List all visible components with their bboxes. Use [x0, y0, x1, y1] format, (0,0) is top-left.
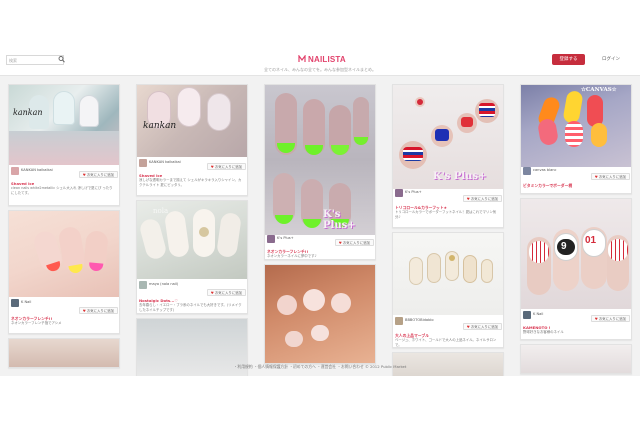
- pin-photo[interactable]: K's Plus+: [265, 85, 375, 235]
- search-icon[interactable]: [58, 55, 66, 64]
- favorite-label: お気に入りに追加: [598, 317, 626, 321]
- pin-description: ネオンカラーネイルに夢中です♪: [267, 254, 317, 258]
- pin-card[interactable]: nola mayo (nola nail) ♥ お気に入りに追加 Nostalg…: [136, 200, 248, 314]
- page: 検索 NAILISTA 全てのネイル、みんなの全てを。みんな参加型ネイルまとめ。…: [0, 46, 640, 376]
- favorite-button[interactable]: ♥ お気に入りに追加: [462, 195, 502, 202]
- avatar[interactable]: [139, 159, 147, 167]
- heart-icon: ♥: [82, 309, 86, 313]
- logo-icon: [298, 55, 306, 62]
- favorite-button[interactable]: ♥ お気に入りに追加: [78, 171, 118, 178]
- heart-icon: ♥: [594, 175, 598, 179]
- favorite-label: お気に入りに追加: [598, 175, 626, 179]
- pin-photo[interactable]: nola: [137, 201, 247, 279]
- pin-photo[interactable]: [393, 233, 503, 315]
- logo-text: NAILISTA: [308, 54, 346, 64]
- pin-card[interactable]: 9 01 K Nail ♥ お気に入りに追加 KAMENOTO ! 野球好きなお…: [520, 198, 632, 340]
- heart-icon: ♥: [338, 241, 342, 245]
- pin-card[interactable]: K Nail ♥ お気に入りに追加 ネオンカラーフレンチ!! ネオンカラーフレン…: [8, 210, 120, 334]
- logo[interactable]: NAILISTA: [298, 53, 346, 65]
- avatar[interactable]: [523, 167, 531, 175]
- favorite-button[interactable]: ♥ お気に入りに追加: [590, 315, 630, 322]
- photo-watermark: kankan: [143, 121, 177, 131]
- favorite-label: お気に入りに追加: [86, 173, 114, 177]
- favorite-label: お気に入りに追加: [86, 309, 114, 313]
- photo-watermark: kankan: [13, 108, 43, 117]
- pin-user[interactable]: KANKAN kaikaikai: [149, 160, 181, 164]
- pin-user[interactable]: BBBOTOBidablo: [405, 318, 434, 322]
- avatar[interactable]: [523, 311, 531, 319]
- favorite-label: お気に入りに追加: [214, 291, 242, 295]
- pin-user[interactable]: K Nail: [21, 300, 31, 304]
- pin-user[interactable]: canvas blanc: [533, 168, 557, 172]
- pin-user[interactable]: KANKAN kaikaikai: [21, 168, 53, 172]
- heart-icon: ♥: [82, 173, 86, 177]
- pin-title[interactable]: ビタミンカラーでボーダー柄: [523, 183, 572, 189]
- favorite-button[interactable]: ♥ お気に入りに追加: [334, 239, 374, 246]
- favorite-button[interactable]: ♥ お気に入りに追加: [206, 163, 246, 170]
- pin-user[interactable]: K's Plus+: [405, 190, 422, 194]
- photo-watermark: K's Plus+: [323, 209, 356, 231]
- pin-photo[interactable]: kankan: [137, 85, 247, 157]
- avatar[interactable]: [395, 317, 403, 325]
- pin-description: 涼しげな透明カラーまで揃えて シェルがキラキラ入りシャイン。カクテルライト 夏に…: [139, 178, 242, 187]
- pin-user[interactable]: K's Plus+: [277, 236, 294, 240]
- favorite-label: お気に入りに追加: [470, 325, 498, 329]
- favorite-label: お気に入りに追加: [214, 165, 242, 169]
- photo-watermark: ☆CANVAS☆: [581, 87, 617, 93]
- avatar[interactable]: [139, 281, 147, 289]
- pin-photo[interactable]: 9 01: [521, 199, 631, 309]
- pin-description: トリコロールカラーでボーダーフットネイル！夏はこれでマリン気分♪: [395, 210, 497, 219]
- pin-card[interactable]: K's Plus+ K's Plus+ ♥ お気に入りに追加 ネオンカラーフレン…: [264, 84, 376, 260]
- favorite-label: お気に入りに追加: [342, 241, 370, 245]
- heart-icon: ♥: [210, 165, 214, 169]
- pin-photo[interactable]: ☆CANVAS☆: [521, 85, 631, 167]
- pin-card[interactable]: kankan KANKAN kaikaikai ♥ お気に入りに追加 Shave…: [8, 84, 120, 206]
- pin-description: 野球好きなお客様のネイル: [523, 330, 564, 334]
- favorite-label: お気に入りに追加: [470, 197, 498, 201]
- site-header: 検索 NAILISTA 全てのネイル、みんなの全てを。みんな参加型ネイルまとめ。…: [0, 46, 640, 76]
- register-button[interactable]: 登録する: [552, 54, 585, 65]
- pin-card[interactable]: K's Plus+ K's Plus+ ♥ お気に入りに追加 トリコロール&カラ…: [392, 84, 504, 228]
- pin-photo[interactable]: [9, 211, 119, 297]
- pin-card[interactable]: kankan KANKAN kaikaikai ♥ お気に入りに追加 Shave…: [136, 84, 248, 196]
- favorite-button[interactable]: ♥ お気に入りに追加: [590, 173, 630, 180]
- pin-user[interactable]: K Nail: [533, 312, 543, 316]
- pin-description: ベージュ、ホワイト、ゴールドで大人の上品ネイル。ネイルサロンで。: [395, 338, 497, 347]
- avatar[interactable]: [11, 299, 19, 307]
- pin-description: clean nails white2metallic シェル大入れ 涼しげで夏に…: [11, 186, 113, 195]
- pin-card[interactable]: ☆CANVAS☆ canvas blanc ♥ お気に入りに追加 ビタミンカラー…: [520, 84, 632, 194]
- pin-card[interactable]: BBBOTOBidablo ♥ お気に入りに追加 大人の上品マーブル ベージュ、…: [392, 232, 504, 348]
- photo-watermark: nola: [153, 207, 169, 215]
- heart-icon: ♥: [594, 317, 598, 321]
- pin-description: 去年春らし・イエロー・ブラ系のネイルでも大好きです。(リメイクしたネイルチップで…: [139, 303, 242, 312]
- favorite-button[interactable]: ♥ お気に入りに追加: [206, 289, 246, 296]
- pin-card[interactable]: [264, 264, 376, 364]
- favorite-button[interactable]: ♥ お気に入りに追加: [462, 323, 502, 330]
- favorite-button[interactable]: ♥ お気に入りに追加: [78, 307, 118, 314]
- heart-icon: ♥: [466, 197, 470, 201]
- heart-icon: ♥: [466, 325, 470, 329]
- search-input[interactable]: 検索: [6, 55, 64, 65]
- pin-photo[interactable]: K's Plus+: [393, 85, 503, 189]
- avatar[interactable]: [11, 167, 19, 175]
- avatar[interactable]: [267, 235, 275, 243]
- login-link[interactable]: ログイン: [602, 55, 620, 64]
- photo-watermark: K's Plus+: [433, 171, 487, 182]
- heart-icon: ♥: [210, 291, 214, 295]
- tagline: 全てのネイル、みんなの全てを。みんな参加型ネイルまとめ。: [264, 67, 376, 72]
- pin-description: ネオンカラーフレンチ指でアシメ: [11, 321, 62, 325]
- pin-user[interactable]: mayo (nola nail): [149, 282, 178, 286]
- pin-photo[interactable]: kankan: [9, 85, 119, 165]
- avatar[interactable]: [395, 189, 403, 197]
- pin-photo[interactable]: [265, 265, 375, 363]
- footer[interactable]: ・利用規約 ・個人情報保護方針 ・初めての方へ ・運営会社 ・お問い合わせ © …: [0, 364, 640, 370]
